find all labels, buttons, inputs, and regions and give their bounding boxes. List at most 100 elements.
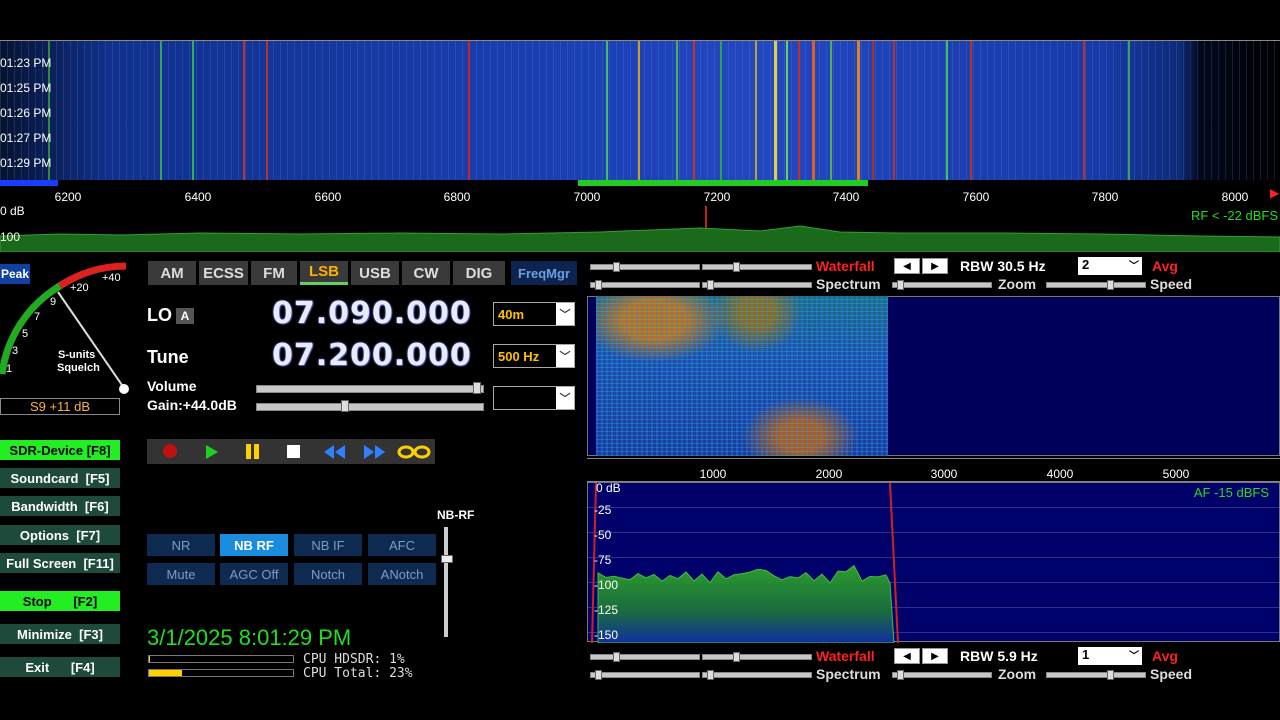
bottom_controls-spectrum-contrast-slider-thumb[interactable]	[595, 670, 602, 680]
bottom_controls-spectrum-brightness-slider[interactable]	[702, 670, 812, 680]
avg-dropdown[interactable]: 1 ﹀	[1078, 647, 1142, 665]
dsp-notch-button[interactable]: Notch	[294, 563, 362, 585]
top_controls-spectrum-brightness-slider[interactable]	[702, 280, 812, 290]
loop-icon[interactable]	[397, 444, 431, 460]
dsp-nr-button[interactable]: NR	[147, 534, 215, 556]
side-button-soundcard[interactable]: Soundcard [F5]	[0, 468, 120, 488]
top_controls-spectrum-contrast-slider[interactable]	[590, 280, 700, 290]
bottom_controls-speed-slider-thumb[interactable]	[1107, 670, 1114, 680]
side-button-bandwidth[interactable]: Bandwidth [F6]	[0, 496, 120, 516]
top_controls-waterfall-brightness-slider[interactable]	[702, 262, 812, 272]
next-arrow-icon[interactable]: ▶	[922, 258, 948, 274]
signal-line	[192, 41, 194, 181]
top_controls-spectrum-contrast-slider-thumb[interactable]	[595, 280, 602, 290]
time-label: 01:27 PM	[0, 131, 52, 145]
freq-tick: 7000	[573, 190, 601, 204]
prev-arrow-icon[interactable]: ◀	[894, 648, 920, 664]
dsp-nb-rf-button[interactable]: NB RF	[220, 534, 288, 556]
bottom_controls-spectrum-brightness-slider-thumb[interactable]	[707, 670, 714, 680]
mode-am-button[interactable]: AM	[148, 261, 196, 285]
mode-ecss-button[interactable]: ECSS	[199, 261, 248, 285]
fast-forward-icon[interactable]	[363, 444, 387, 460]
nb-rf-slider[interactable]	[441, 527, 453, 637]
af-spectrum-trace	[591, 483, 899, 643]
volume-slider[interactable]	[256, 382, 484, 394]
top_controls-spectrum-brightness-slider-thumb[interactable]	[707, 280, 714, 290]
af-waterfall[interactable]	[596, 296, 888, 456]
gain-label: Gain:+44.0dB	[147, 397, 237, 413]
bottom_controls-waterfall-contrast-slider[interactable]	[590, 652, 700, 662]
peak-button[interactable]: Peak	[0, 264, 30, 284]
af-frequency-scale[interactable]: 1000 2000 3000 4000 5000	[587, 458, 1280, 482]
avg-dropdown[interactable]: 2 ﹀	[1078, 257, 1142, 275]
signal-line	[638, 41, 640, 181]
side-button-full[interactable]: Full Screen [F11]	[0, 553, 120, 573]
top_controls-waterfall-contrast-slider[interactable]	[590, 262, 700, 272]
spectrum-label: Spectrum	[816, 276, 881, 292]
mode-lsb-button[interactable]: LSB	[300, 261, 348, 285]
pause-icon[interactable]	[246, 444, 260, 459]
bottom_controls-speed-slider[interactable]	[1046, 670, 1146, 680]
af-freq-tick: 2000	[815, 467, 843, 481]
mode-dig-button[interactable]: DIG	[453, 261, 505, 285]
rewind-icon[interactable]	[323, 444, 347, 460]
band-value: 40m	[498, 306, 525, 322]
avg-value: 2	[1082, 257, 1090, 272]
bottom_controls-waterfall-contrast-slider-thumb[interactable]	[613, 652, 620, 662]
volume-label: Volume	[147, 378, 197, 394]
stop-icon[interactable]	[287, 445, 300, 458]
top_controls-zoom-slider-thumb[interactable]	[897, 280, 904, 290]
lo-a-badge[interactable]: A	[176, 308, 194, 324]
prev-arrow-icon[interactable]: ◀	[894, 258, 920, 274]
bottom_controls-waterfall-brightness-slider[interactable]	[702, 652, 812, 662]
top_controls-waterfall-contrast-slider-thumb[interactable]	[613, 262, 620, 272]
s-scale-label: 5	[22, 328, 29, 340]
datetime-display: 3/1/2025 8:01:29 PM	[147, 625, 352, 650]
signal-line	[774, 41, 777, 181]
agc-dropdown[interactable]: ﹀	[493, 386, 575, 410]
band-dropdown[interactable]: 40m ﹀	[493, 302, 575, 326]
play-icon[interactable]	[205, 444, 219, 460]
rf-waterfall[interactable]: 01:23 PM 01:25 PM 01:26 PM 01:27 PM 01:2…	[0, 40, 1280, 181]
mode-fm-button[interactable]: FM	[251, 261, 297, 285]
bottom_controls-zoom-slider-thumb[interactable]	[897, 670, 904, 680]
record-icon[interactable]	[163, 444, 177, 458]
nb-rf-slider-thumb[interactable]	[441, 555, 453, 563]
af-spectrum[interactable]: 0 dB -25 -50 -75 -100 -125 -150 AF -15 d…	[587, 481, 1280, 643]
side-button-options[interactable]: Options [F7]	[0, 525, 120, 545]
step-dropdown[interactable]: 500 Hz ﹀	[493, 344, 575, 368]
scroll-right-arrow[interactable]: ▶	[1270, 186, 1279, 200]
dsp-nb-if-button[interactable]: NB IF	[294, 534, 362, 556]
dsp-afc-button[interactable]: AFC	[368, 534, 436, 556]
top_controls-speed-slider[interactable]	[1046, 280, 1146, 290]
signal-line	[720, 41, 722, 181]
side-button-minimize[interactable]: Minimize [F3]	[0, 624, 120, 644]
lo-frequency-display[interactable]: 07.090.000	[272, 296, 472, 331]
top_controls-zoom-slider[interactable]	[892, 280, 992, 290]
top_controls-waterfall-brightness-slider-thumb[interactable]	[733, 262, 740, 272]
freqmgr-button[interactable]: FreqMgr	[511, 261, 577, 285]
dsp-anotch-button[interactable]: ANotch	[368, 563, 436, 585]
side-button-stop[interactable]: Stop [F2]	[0, 591, 120, 611]
tune-frequency-display[interactable]: 07.200.000	[272, 338, 472, 373]
gain-slider-thumb[interactable]	[341, 400, 349, 412]
side-button-sdrdevice[interactable]: SDR-Device [F8]	[0, 440, 120, 460]
gain-slider[interactable]	[256, 400, 484, 412]
chevron-down-icon: ﹀	[556, 345, 574, 367]
rf-spectrum[interactable]: 0 dB 100 RF < -22 dBFS	[0, 204, 1280, 252]
bottom_controls-spectrum-contrast-slider[interactable]	[590, 670, 700, 680]
dsp-agc-off-button[interactable]: AGC Off	[220, 563, 288, 585]
signal-line	[1128, 41, 1130, 181]
rf-frequency-scale[interactable]: 6200 6400 6600 6800 7000 7200 7400 7600 …	[0, 180, 1280, 207]
bottom_controls-waterfall-brightness-slider-thumb[interactable]	[733, 652, 740, 662]
top_controls-speed-slider-thumb[interactable]	[1107, 280, 1114, 290]
bottom_controls-zoom-slider[interactable]	[892, 670, 992, 680]
rbw-label: RBW 5.9 Hz	[960, 648, 1038, 664]
af-db-label: -150	[594, 628, 619, 642]
mode-cw-button[interactable]: CW	[402, 261, 450, 285]
side-button-exit[interactable]: Exit [F4]	[0, 657, 120, 677]
next-arrow-icon[interactable]: ▶	[922, 648, 948, 664]
dsp-mute-button[interactable]: Mute	[147, 563, 215, 585]
volume-slider-thumb[interactable]	[473, 382, 481, 394]
mode-usb-button[interactable]: USB	[351, 261, 399, 285]
